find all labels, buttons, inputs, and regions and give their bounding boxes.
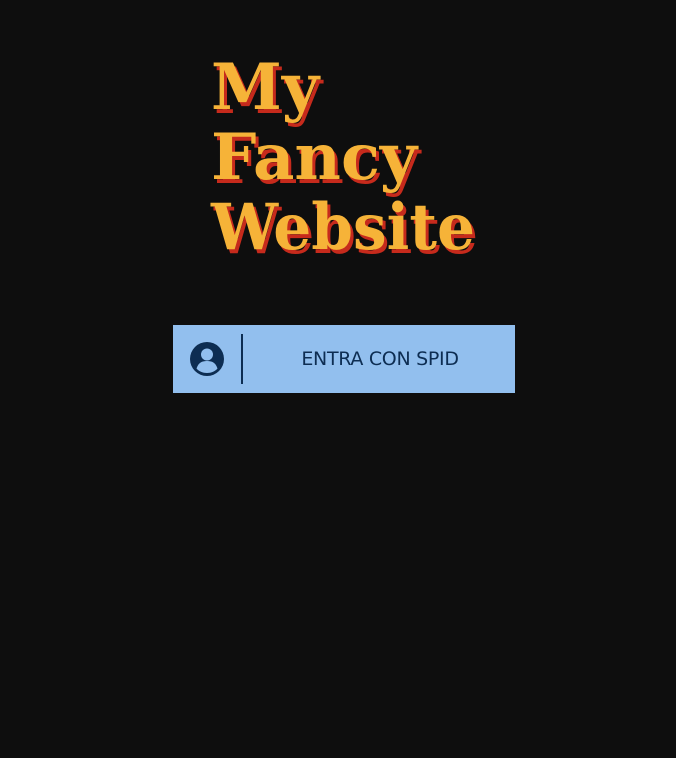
- site-logo-graphic: My Fancy Website My Fancy Website: [210, 50, 478, 269]
- logo-line1: My: [211, 50, 321, 125]
- site-logo: My Fancy Website My Fancy Website: [209, 42, 489, 269]
- spid-login-button[interactable]: ENTRA CON SPID: [173, 325, 515, 393]
- logo-line2: Fancy: [211, 120, 419, 195]
- user-circle-icon: [173, 325, 241, 393]
- spid-login-label: ENTRA CON SPID: [301, 348, 459, 370]
- logo-line3: Website: [210, 190, 475, 265]
